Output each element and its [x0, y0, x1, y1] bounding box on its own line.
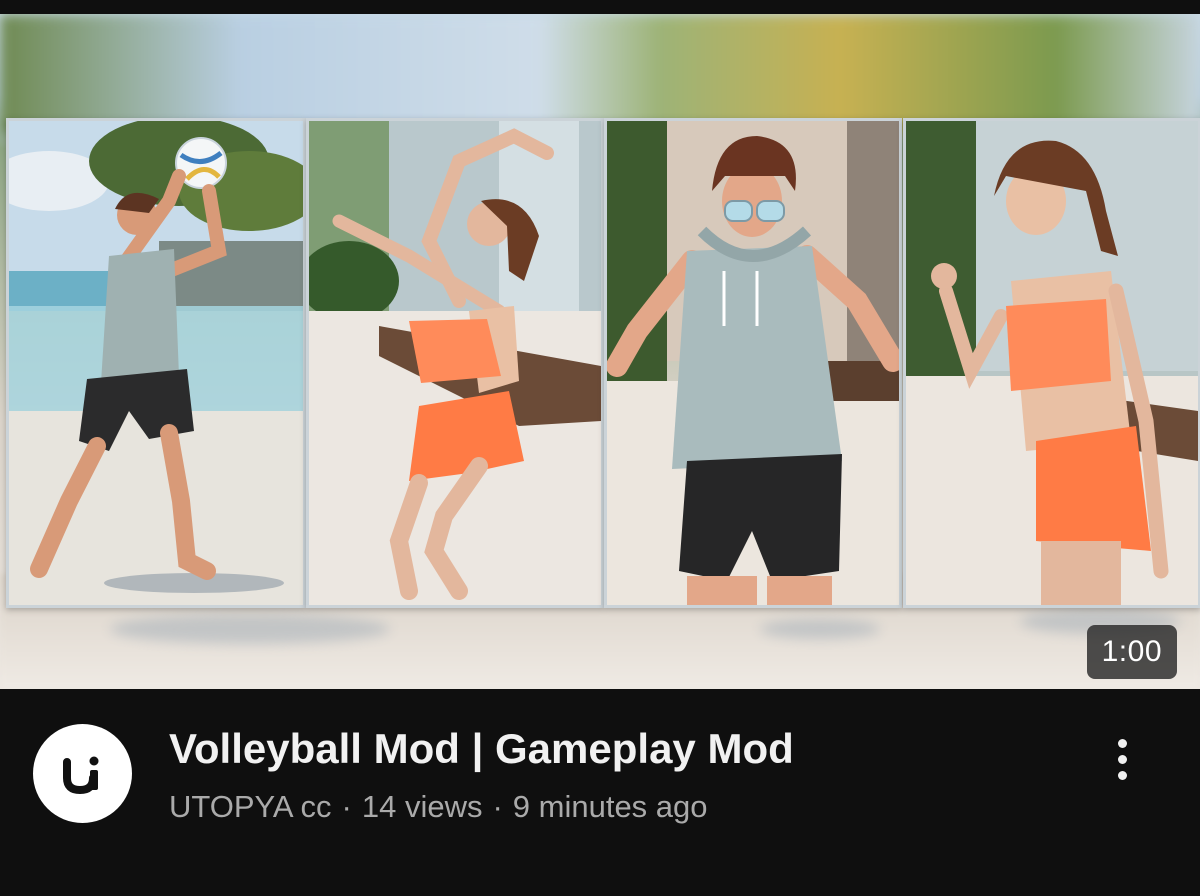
utopya-logo-icon [62, 756, 98, 794]
separator-dot: · [492, 789, 503, 824]
upload-age: 9 minutes ago [512, 789, 708, 824]
menu-dot [1117, 754, 1127, 764]
top-edge [0, 0, 1200, 14]
sim-shadow [760, 619, 880, 639]
thumbnail-panel-man-setting [6, 118, 306, 608]
channel-name[interactable]: UTOPYA cc [169, 789, 332, 824]
video-title[interactable]: Volleyball Mod | Gameplay Mod [169, 723, 1049, 775]
channel-avatar[interactable] [33, 724, 132, 823]
menu-dot [1117, 738, 1127, 748]
video-metadata: Volleyball Mod | Gameplay Mod UTOPYA cc ·… [0, 689, 1200, 896]
thumbnail-panel-man-standing [604, 118, 902, 608]
video-subtitle: UTOPYA cc · 14 views · 9 minutes ago [169, 785, 708, 829]
video-thumbnail[interactable]: 1:00 [0, 14, 1200, 689]
thumbnail-panel-woman-cheering [903, 118, 1200, 608]
sim-shadow [110, 614, 390, 644]
thumbnail-blurred-background [0, 14, 1200, 134]
more-vertical-icon[interactable] [1102, 731, 1142, 787]
menu-dot [1117, 770, 1127, 780]
thumbnail-panel-woman-spiking [306, 118, 604, 608]
view-count: 14 views [361, 789, 483, 824]
separator-dot: · [341, 789, 352, 824]
duration-badge: 1:00 [1086, 625, 1177, 679]
